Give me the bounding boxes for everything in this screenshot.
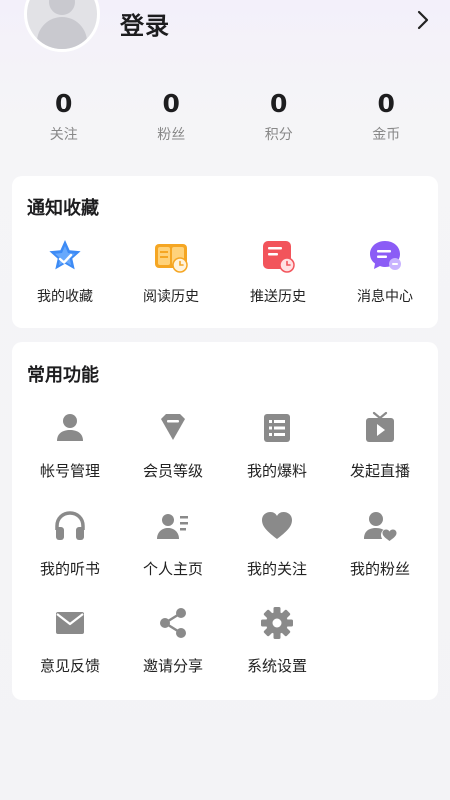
- login-link[interactable]: 登录: [120, 6, 170, 41]
- item-label: 我的听书: [39, 560, 100, 578]
- item-label: 消息中心: [357, 289, 413, 305]
- stat-points[interactable]: 0 积分: [225, 88, 333, 150]
- my-tips-item[interactable]: 我的爆料: [224, 410, 330, 481]
- item-label: 我的爆料: [246, 462, 307, 480]
- system-settings-item[interactable]: 系统设置: [224, 605, 330, 676]
- member-level-item[interactable]: 会员等级: [120, 410, 226, 481]
- invite-share-item[interactable]: 邀请分享: [120, 605, 226, 676]
- item-label: 我的关注: [246, 560, 307, 578]
- reading-history-item[interactable]: 阅读历史: [118, 238, 224, 306]
- gear-icon: [261, 607, 293, 639]
- push-history-icon: [263, 241, 295, 273]
- item-label: 意见反馈: [39, 657, 100, 675]
- functions-card: 常用功能 帐号管理 会员等级 我的爆料 发起直播 我的听书 个人主页 我的关注 …: [12, 342, 438, 700]
- item-label: 邀请分享: [142, 657, 203, 675]
- item-label: 个人主页: [142, 560, 203, 578]
- stat-label: 金币: [372, 127, 401, 143]
- chevron-right-icon[interactable]: [413, 10, 433, 30]
- item-label: 发起直播: [349, 462, 410, 480]
- profile-header[interactable]: 登录: [0, 0, 450, 70]
- avatar-head-shape: [49, 0, 75, 15]
- share-icon: [160, 608, 186, 638]
- item-label: 帐号管理: [39, 462, 100, 480]
- item-label: 会员等级: [142, 462, 203, 480]
- avatar[interactable]: [24, 0, 100, 52]
- book-history-icon: [155, 244, 188, 273]
- message-center-item[interactable]: 消息中心: [332, 238, 438, 306]
- user-icon: [57, 414, 83, 441]
- my-fans-item[interactable]: 我的粉丝: [327, 508, 433, 579]
- diamond-icon: [161, 414, 185, 440]
- card-title: 通知收藏: [27, 198, 99, 219]
- stat-value: 0: [377, 89, 395, 118]
- stat-label: 积分: [264, 127, 293, 143]
- stat-following[interactable]: 0 关注: [10, 88, 118, 150]
- message-icon: [370, 241, 401, 270]
- stat-value: 0: [270, 89, 288, 118]
- list-icon: [264, 414, 290, 442]
- item-label: 阅读历史: [143, 289, 199, 305]
- feedback-item[interactable]: 意见反馈: [17, 605, 123, 676]
- notifications-card: 通知收藏 我的收藏 阅读历史 推送历史 消息中心: [12, 176, 438, 328]
- avatar-body-shape: [37, 17, 87, 49]
- card-title: 常用功能: [27, 365, 99, 386]
- personal-homepage-item[interactable]: 个人主页: [120, 508, 226, 579]
- my-audiobooks-item[interactable]: 我的听书: [17, 508, 123, 579]
- push-history-item[interactable]: 推送历史: [225, 238, 331, 306]
- stat-coins[interactable]: 0 金币: [333, 88, 441, 150]
- stat-value: 0: [162, 89, 180, 118]
- start-live-item[interactable]: 发起直播: [327, 410, 433, 481]
- stat-fans[interactable]: 0 粉丝: [118, 88, 226, 150]
- item-label: 我的粉丝: [349, 560, 410, 578]
- headphones-icon: [55, 511, 85, 540]
- stat-label: 关注: [49, 127, 78, 143]
- item-label: 我的收藏: [37, 289, 93, 305]
- item-label: 推送历史: [250, 289, 306, 305]
- user-heart-icon: [364, 512, 397, 541]
- item-label: 系统设置: [246, 657, 307, 675]
- tv-play-icon: [366, 411, 394, 442]
- stat-value: 0: [55, 89, 73, 118]
- star-icon: [49, 240, 81, 270]
- stat-label: 粉丝: [157, 127, 186, 143]
- mail-icon: [56, 612, 84, 634]
- my-following-item[interactable]: 我的关注: [224, 508, 330, 579]
- profile-card-icon: [157, 514, 188, 539]
- heart-icon: [262, 512, 292, 539]
- stats-row: 0 关注 0 粉丝 0 积分 0 金币: [10, 88, 440, 150]
- my-favorites-item[interactable]: 我的收藏: [12, 238, 118, 306]
- account-management-item[interactable]: 帐号管理: [17, 410, 123, 481]
